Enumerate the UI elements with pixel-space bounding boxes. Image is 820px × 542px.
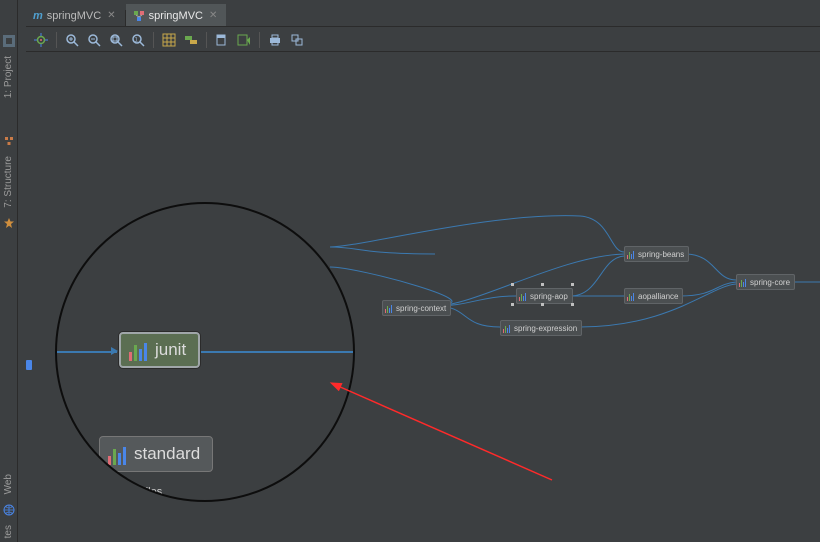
layout-auto-button[interactable]	[30, 30, 52, 50]
zoom-fit-button[interactable]	[105, 30, 127, 50]
node-spring-beans[interactable]: spring-beans	[624, 246, 689, 262]
node-label: spring-aop	[530, 292, 568, 301]
tab-springmvc-diagram[interactable]: springMVC ✕	[126, 4, 227, 26]
selection-marker	[26, 360, 32, 370]
project-tool-icon[interactable]	[2, 34, 16, 48]
export-button[interactable]	[211, 30, 233, 50]
node-label: junit	[155, 340, 186, 360]
structure-panel-label[interactable]: 7: Structure	[3, 156, 14, 208]
close-icon[interactable]: ✕	[107, 10, 115, 21]
dependency-graph-canvas[interactable]: spring-context spring-aop aopalliance sp…	[20, 52, 820, 542]
node-label: aopalliance	[638, 292, 678, 301]
toggle-grid-button[interactable]	[158, 30, 180, 50]
tab-label: springMVC	[149, 10, 203, 22]
export-image-button[interactable]	[233, 30, 255, 50]
magnify-lens: junit standard Files	[55, 202, 355, 502]
node-spring-aop[interactable]: spring-aop	[516, 288, 573, 304]
print-button[interactable]	[264, 30, 286, 50]
diagram-icon	[133, 10, 145, 22]
zoom-reset-button[interactable]: 1	[127, 30, 149, 50]
side-rail: 1: Project 7: Structure Web tes	[0, 0, 18, 542]
node-spring-context[interactable]: spring-context	[382, 300, 451, 316]
node-label: spring-core	[750, 278, 790, 287]
node-aopalliance[interactable]: aopalliance	[624, 288, 683, 304]
node-label: spring-beans	[638, 250, 684, 259]
structure-tool-icon[interactable]	[2, 134, 16, 148]
partial-text: Files	[139, 486, 162, 498]
editor-tab-bar: m springMVC ✕ springMVC ✕	[26, 5, 820, 27]
toggle-labels-button[interactable]	[180, 30, 202, 50]
node-spring-core[interactable]: spring-core	[736, 274, 795, 290]
tab-label: springMVC	[47, 10, 101, 22]
diagram-toolbar: 1	[26, 28, 820, 52]
node-label: standard	[134, 444, 200, 464]
maven-icon: m	[33, 10, 43, 22]
close-icon[interactable]: ✕	[209, 10, 217, 21]
node-standard-zoomed[interactable]: standard	[99, 436, 213, 472]
node-spring-expression[interactable]: spring-expression	[500, 320, 582, 336]
zoom-out-button[interactable]	[83, 30, 105, 50]
node-junit-zoomed[interactable]: junit	[119, 332, 200, 368]
settings-button[interactable]	[286, 30, 308, 50]
web-panel-label[interactable]: Web	[3, 474, 14, 494]
project-panel-label[interactable]: 1: Project	[3, 56, 14, 98]
web-tool-icon[interactable]	[2, 503, 16, 517]
tab-springmvc-pom[interactable]: m springMVC ✕	[26, 4, 125, 26]
favorites-panel-label[interactable]: tes	[3, 525, 14, 538]
node-label: spring-context	[396, 304, 446, 313]
node-label: spring-expression	[514, 324, 577, 333]
zoom-in-button[interactable]	[61, 30, 83, 50]
favorites-tool-icon[interactable]	[2, 216, 16, 230]
